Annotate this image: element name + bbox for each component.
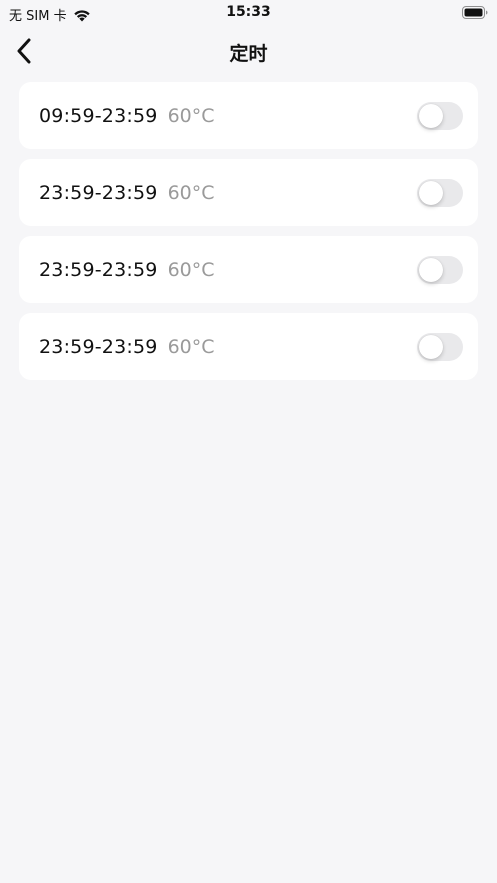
- schedule-card[interactable]: 09:59-23:59 60°C: [19, 82, 478, 149]
- schedule-toggle[interactable]: [417, 102, 463, 130]
- toggle-knob: [419, 104, 443, 128]
- schedule-time-range: 09:59-23:59: [39, 104, 158, 127]
- schedule-time-range: 23:59-23:59: [39, 181, 158, 204]
- toggle-knob: [419, 335, 443, 359]
- page-title: 定时: [229, 43, 268, 65]
- toggle-knob: [419, 181, 443, 205]
- schedule-temperature: 60°C: [167, 335, 215, 358]
- schedule-toggle[interactable]: [417, 179, 463, 207]
- schedule-card[interactable]: 23:59-23:59 60°C: [19, 313, 478, 380]
- schedule-list: 09:59-23:59 60°C 23:59-23:59 60°C 23:59-…: [19, 82, 478, 390]
- status-time: 15:33: [226, 4, 271, 20]
- battery-icon: [462, 6, 488, 19]
- navigation-bar: 定时: [0, 30, 497, 72]
- back-button[interactable]: [10, 35, 38, 67]
- schedule-card[interactable]: 23:59-23:59 60°C: [19, 236, 478, 303]
- schedule-time-range: 23:59-23:59: [39, 258, 158, 281]
- schedule-temperature: 60°C: [167, 181, 215, 204]
- status-bar: 无 SIM 卡 15:33: [0, 0, 497, 26]
- chevron-left-icon: [17, 38, 31, 64]
- schedule-toggle[interactable]: [417, 256, 463, 284]
- schedule-temperature: 60°C: [167, 258, 215, 281]
- schedule-temperature: 60°C: [167, 104, 215, 127]
- schedule-toggle[interactable]: [417, 333, 463, 361]
- schedule-card[interactable]: 23:59-23:59 60°C: [19, 159, 478, 226]
- schedule-time-range: 23:59-23:59: [39, 335, 158, 358]
- toggle-knob: [419, 258, 443, 282]
